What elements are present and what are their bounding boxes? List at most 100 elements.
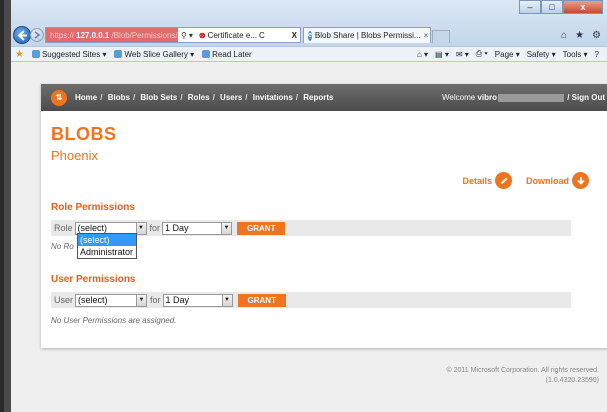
nav-links: Home / Blobs / Blob Sets / Roles / Users / In… [75,93,336,102]
feeds-menu-icon[interactable]: ▤ ▾ [435,50,449,59]
user-permissions-title: User Permissions [51,274,136,285]
minimize-button[interactable]: – [519,0,541,14]
chevron-down-icon: ▼ [136,294,147,306]
certificate-error[interactable]: ⊗ Certificate e... C [196,31,268,40]
page-icon [114,50,123,58]
main-card: ⇅ Home / Blobs / Blob Sets / Roles / Users / … [41,84,607,348]
user-select-value: (select) [78,295,108,305]
toolbar-icons: ⌂ ★ ⚙ [561,30,601,41]
download-arrow-icon [572,172,589,189]
chevron-down-icon: ▼ [135,222,146,234]
back-button[interactable] [13,26,31,44]
page-icon [202,50,211,58]
address-bar[interactable]: https:// 127.0.0.1 /Blob/Permissions/Ind… [45,27,301,43]
role-grant-button[interactable]: GRANT [237,221,286,235]
back-arrow-icon [17,30,27,41]
nav-invitations[interactable]: Invitations [253,93,293,102]
dropdown-option-administrator[interactable]: Administrator [78,246,136,258]
mail-menu-icon[interactable]: ✉ ▾ [456,50,469,59]
desktop-edge [0,0,11,412]
url-host: 127.0.0.1 [76,30,110,40]
stop-button[interactable]: X [292,31,300,40]
download-label: Download [526,175,569,186]
nav-separator: / [212,93,215,102]
app-logo-icon[interactable]: ⇅ [51,89,67,106]
url-protocol: https:// [50,30,75,40]
new-tab-button[interactable] [432,30,450,43]
download-button[interactable]: Download [526,172,589,189]
fav-web-slice-gallery[interactable]: Web Slice Gallery ▾ [114,50,194,59]
home-menu-icon[interactable]: ⌂ ▾ [417,50,428,59]
safety-menu[interactable]: Safety ▾ [527,50,556,59]
fav-suggested-sites[interactable]: Suggested Sites ▾ [31,50,106,59]
nav-separator: / [100,93,103,102]
tools-menu[interactable]: Tools ▾ [563,50,588,59]
search-icon[interactable]: ⚲ [181,31,187,40]
chevron-down-icon: ▼ [221,294,232,306]
home-icon[interactable]: ⌂ [561,30,567,41]
page-menu[interactable]: Page ▾ [495,50,520,59]
certificate-label: Certificate e... [207,30,257,40]
nav-reports[interactable]: Reports [303,93,333,102]
page-content: ⇅ Home / Blobs / Blob Sets / Roles / Users / … [11,62,607,412]
details-button[interactable]: Details [462,172,512,189]
nav-home[interactable]: Home [75,93,97,102]
role-permissions-title: Role Permissions [51,202,135,213]
sign-out-link[interactable]: / Sign Out [567,93,605,102]
user-grant-button[interactable]: GRANT [237,293,286,307]
fav-read-later[interactable]: Read Later [202,50,252,59]
nav-users[interactable]: Users [220,93,242,102]
forward-button[interactable] [30,28,44,42]
role-for-label: for [149,223,161,233]
nav-blob-sets[interactable]: Blob Sets [140,93,177,102]
nav-roles[interactable]: Roles [188,93,210,102]
tab-label: Blob Share | Blobs Permissi... [314,31,421,40]
welcome-prefix: Welcome [441,93,476,102]
welcome-area: Welcome vibro / Sign Out [442,93,605,102]
print-menu-icon[interactable]: ⎙ ▾ [476,49,488,59]
nav-separator: / [132,93,136,102]
maximize-button[interactable]: □ [541,0,563,14]
user-duration-select[interactable]: 1 Day ▼ [162,293,233,307]
nav-blobs[interactable]: Blobs [108,93,130,102]
address-icons: ⚲ ▾ [178,31,196,40]
nav-separator: / [180,93,183,102]
favorites-bar: ★ Suggested Sites ▾ Web Slice Gallery ▾ … [11,46,607,62]
command-bar: ⌂ ▾ ▤ ▾ ✉ ▾ ⎙ ▾ Page ▾ Safety ▾ Tools ▾ … [417,47,607,61]
copyright-text: © 2011 Microsoft Corporation. All rights… [446,367,599,374]
footer: © 2011 Microsoft Corporation. All rights… [447,366,599,386]
ie-icon: e [308,30,312,41]
redacted-name [497,93,564,102]
version-text: (1.0.4320.23590) [545,377,599,384]
role-empty-message: No Ro [51,242,74,251]
favorites-icon[interactable]: ★ [575,30,584,41]
user-duration-value: 1 Day [165,295,190,305]
user-permission-row: User (select) ▼ for 1 Day ▼ GRANT [51,292,571,308]
browser-window: – □ x https:// 127.0.0.1 /Blob/Permissio… [11,0,607,412]
favorites-star-icon[interactable]: ★ [15,49,24,60]
address-url[interactable]: https:// 127.0.0.1 /Blob/Permissions/Ind… [46,28,178,42]
details-label: Details [462,175,492,186]
user-empty-message: No User Permissions are assigned. [51,316,177,325]
tab-close-icon[interactable]: × [424,31,433,40]
help-menu[interactable]: ? [595,50,599,59]
role-duration-select[interactable]: 1 Day ▼ [162,221,233,235]
tools-icon[interactable]: ⚙ [592,30,601,41]
title-bar: – □ x https:// 127.0.0.1 /Blob/Permissio… [11,0,607,46]
window-controls: – □ x [519,0,603,14]
close-window-button[interactable]: x [563,0,603,14]
top-navigation: ⇅ Home / Blobs / Blob Sets / Roles / Users / … [41,84,607,111]
dropdown-option-select[interactable]: (select) [78,234,136,246]
role-select-value: (select) [77,223,108,233]
dropdown-icon[interactable]: ▾ [189,31,193,40]
refresh-icon[interactable]: C [259,31,265,40]
chevron-down-icon: ▼ [221,222,232,234]
forward-arrow-icon [34,31,41,39]
role-duration-value: 1 Day [165,223,189,233]
ie-icon [31,50,40,58]
role-label: Role [54,223,73,233]
blob-name: Phoenix [51,148,98,163]
user-select[interactable]: (select) ▼ [75,293,148,307]
nav-separator: / [245,93,248,102]
browser-tab[interactable]: e Blob Share | Blobs Permissi... × [303,27,431,43]
